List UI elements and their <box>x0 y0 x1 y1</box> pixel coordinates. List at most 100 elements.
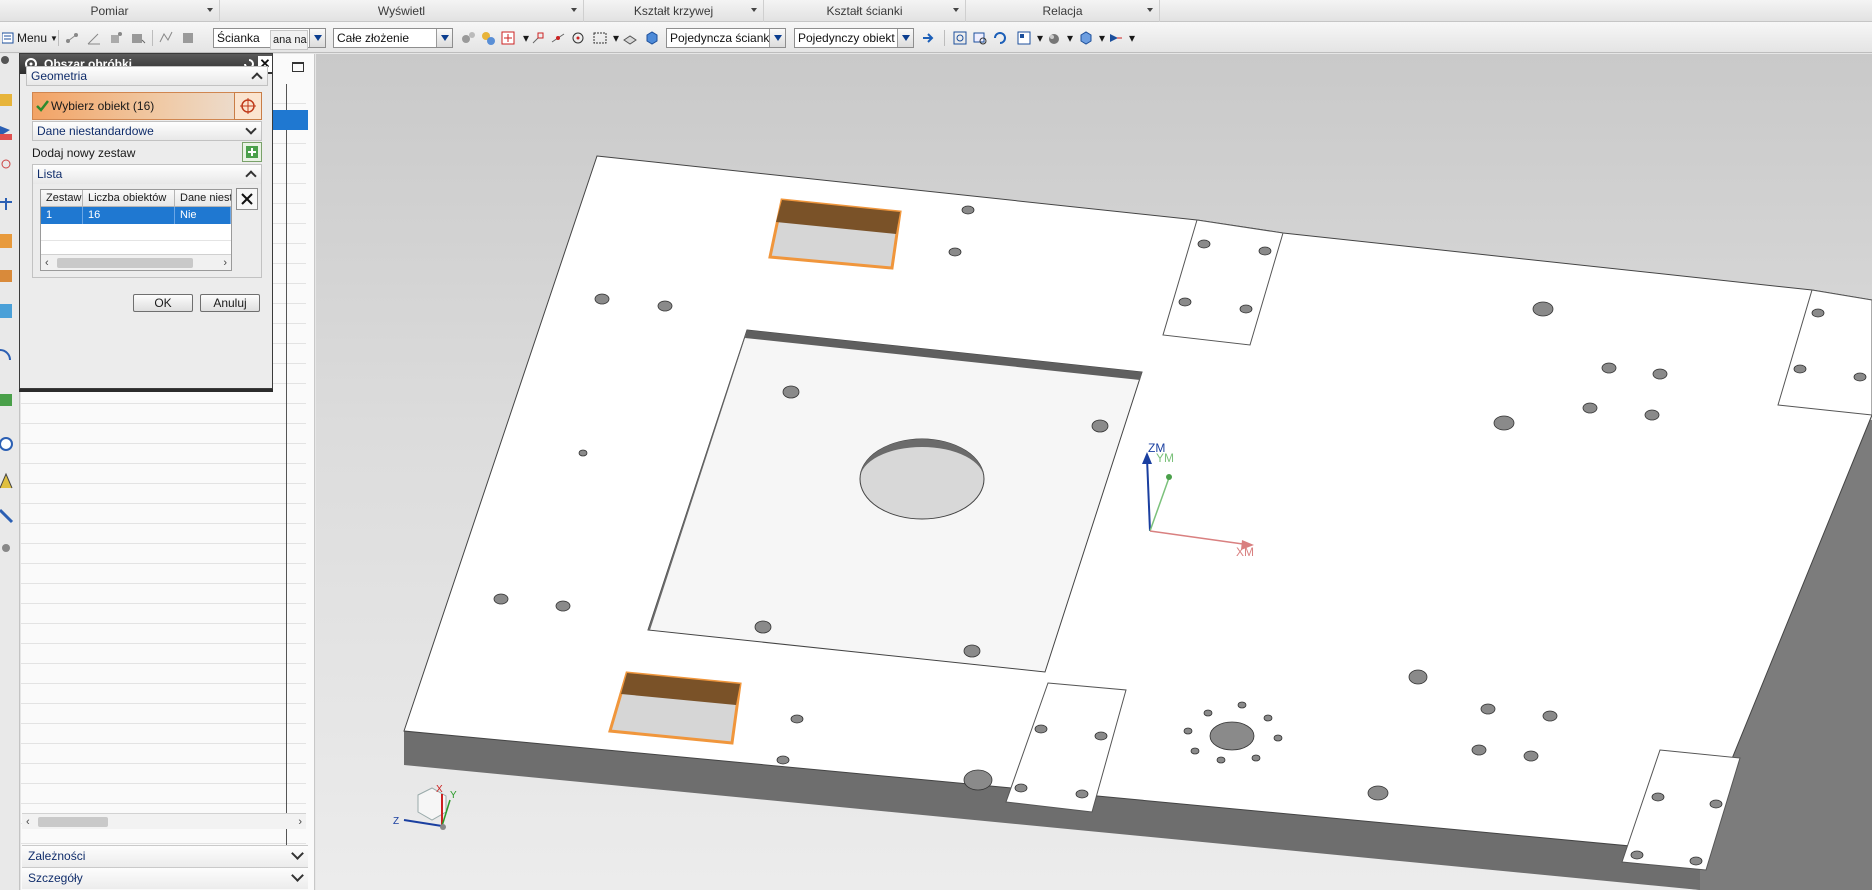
table-header-count[interactable]: Liczba obiektów <box>83 190 175 207</box>
reuse-library-icon[interactable] <box>0 300 18 322</box>
section-details[interactable]: Szczegóły <box>22 867 308 889</box>
measure-distance-icon[interactable] <box>64 30 80 46</box>
chevron-down-icon <box>291 847 304 860</box>
table-row[interactable] <box>21 744 306 764</box>
analysis-face-icon[interactable] <box>180 30 196 46</box>
delete-set-button[interactable] <box>236 188 258 210</box>
operation-navigator-icon[interactable] <box>0 90 18 112</box>
ribbon-group-wyswietl[interactable]: Wyświetl <box>220 0 584 22</box>
group-geometry[interactable]: Geometria <box>26 66 268 86</box>
navigator-selected-row[interactable] <box>270 110 308 130</box>
box-select-icon[interactable] <box>592 30 608 46</box>
measure-face-icon[interactable] <box>130 30 146 46</box>
maximize-icon[interactable] <box>292 62 304 72</box>
table-row[interactable] <box>21 704 306 724</box>
section-view-icon[interactable] <box>1108 30 1124 46</box>
ribbon-group-pomiar[interactable]: Pomiar <box>0 0 220 22</box>
table-row[interactable] <box>21 484 306 504</box>
table-row[interactable] <box>21 624 306 644</box>
table-row[interactable] <box>21 604 306 624</box>
face-rule-combo[interactable]: Pojedyncza ścianka <box>666 28 786 48</box>
table-row[interactable] <box>21 664 306 684</box>
table-row[interactable] <box>21 564 306 584</box>
ribbon-group-ksztalt-krzywej[interactable]: Kształt krzywej <box>584 0 764 22</box>
stock-icon[interactable] <box>0 264 18 286</box>
gear-icon[interactable] <box>0 54 18 76</box>
table-row[interactable] <box>21 544 306 564</box>
table-row[interactable] <box>21 404 306 424</box>
select-object-row[interactable]: Wybierz obiekt (16) <box>32 92 262 120</box>
shaded-view-icon[interactable] <box>1078 30 1094 46</box>
navigator-horizontal-scrollbar[interactable]: ‹ › <box>22 813 306 829</box>
chevron-down-icon[interactable]: ▾ <box>1062 30 1078 46</box>
table-row[interactable]: 1 16 Nie <box>41 207 231 224</box>
selection-scope-combo[interactable]: Całe złożenie <box>333 28 453 48</box>
measure-body-icon[interactable] <box>108 30 124 46</box>
table-row[interactable] <box>21 764 306 784</box>
scrollbar-thumb[interactable] <box>38 817 108 827</box>
geometry-icon[interactable] <box>0 152 18 174</box>
tool-library-icon[interactable] <box>0 230 18 252</box>
ribbon-group-bar: Pomiar Wyświetl Kształt krzywej Kształt … <box>0 0 1872 22</box>
table-row[interactable] <box>21 724 306 744</box>
table-row[interactable] <box>21 524 306 544</box>
table-row[interactable] <box>21 684 306 704</box>
arrow-left-icon[interactable]: ‹ <box>26 816 30 828</box>
history-icon[interactable] <box>0 390 18 412</box>
table-row[interactable] <box>41 224 231 241</box>
web-browser-icon[interactable] <box>0 346 18 368</box>
scrollbar-thumb[interactable] <box>57 258 193 268</box>
graphics-viewport[interactable]: ZM YM XM X Y Z <box>316 54 1872 890</box>
menu-button[interactable]: Menu ▼ <box>2 28 58 48</box>
roles-icon[interactable] <box>0 540 18 562</box>
tool-icon[interactable] <box>0 506 18 528</box>
cancel-button[interactable]: Anuluj <box>200 294 260 312</box>
add-icon <box>246 146 258 158</box>
method-icon[interactable] <box>0 194 18 216</box>
select-object-button[interactable] <box>234 92 262 120</box>
fit-view-icon[interactable] <box>952 30 968 46</box>
snap-midpoint-icon[interactable] <box>550 30 566 46</box>
table-row[interactable] <box>21 584 306 604</box>
settings-gears-icon[interactable] <box>460 30 476 46</box>
snap-point-icon[interactable] <box>500 30 516 46</box>
table-row[interactable] <box>21 464 306 484</box>
arrow-left-icon[interactable]: ‹ <box>45 257 49 269</box>
snap-center-icon[interactable] <box>570 30 586 46</box>
chevron-down-icon[interactable]: ▾ <box>1124 30 1140 46</box>
section-dependencies[interactable]: Zależności <box>22 845 308 867</box>
group-custom-data[interactable]: Dane niestandardowe <box>32 121 262 141</box>
plate-top-face <box>403 155 1872 853</box>
list-horizontal-scrollbar[interactable]: ‹ › <box>41 254 231 270</box>
navigator-column-header[interactable]: ana nar <box>270 30 308 50</box>
zoom-area-icon[interactable] <box>972 30 988 46</box>
clock-icon[interactable] <box>0 434 18 456</box>
ribbon-group-ksztalt-scianki[interactable]: Kształt ścianki <box>764 0 966 22</box>
ok-button[interactable]: OK <box>133 294 193 312</box>
group-list[interactable]: Lista <box>32 164 262 184</box>
table-row[interactable] <box>21 784 306 804</box>
measure-angle-icon[interactable] <box>86 30 102 46</box>
select-body-icon[interactable] <box>622 30 638 46</box>
snap-endpoint-icon[interactable] <box>530 30 546 46</box>
table-header-custom[interactable]: Dane niesta <box>175 190 231 207</box>
rotate-view-icon[interactable] <box>992 30 1008 46</box>
select-solid-icon[interactable] <box>644 30 660 46</box>
object-rule-combo[interactable]: Pojedynczy obiekt <box>794 28 914 48</box>
table-row[interactable] <box>21 444 306 464</box>
palette-icon[interactable] <box>0 470 18 492</box>
ribbon-group-relacja[interactable]: Relacja <box>966 0 1160 22</box>
arrow-right-icon[interactable]: › <box>223 257 227 269</box>
add-new-set-button[interactable] <box>242 142 262 162</box>
view-orient-icon[interactable] <box>1016 30 1032 46</box>
render-style-icon[interactable] <box>1046 30 1062 46</box>
filter-color-icon[interactable] <box>480 30 496 46</box>
analysis-curve-icon[interactable] <box>158 30 174 46</box>
machine-tool-icon[interactable] <box>0 120 18 142</box>
arrow-right-icon[interactable] <box>920 30 936 46</box>
table-row[interactable] <box>21 644 306 664</box>
table-header-zestaw[interactable]: Zestaw <box>41 190 83 207</box>
table-row[interactable] <box>21 424 306 444</box>
table-row[interactable] <box>21 504 306 524</box>
arrow-right-icon[interactable]: › <box>298 816 302 828</box>
